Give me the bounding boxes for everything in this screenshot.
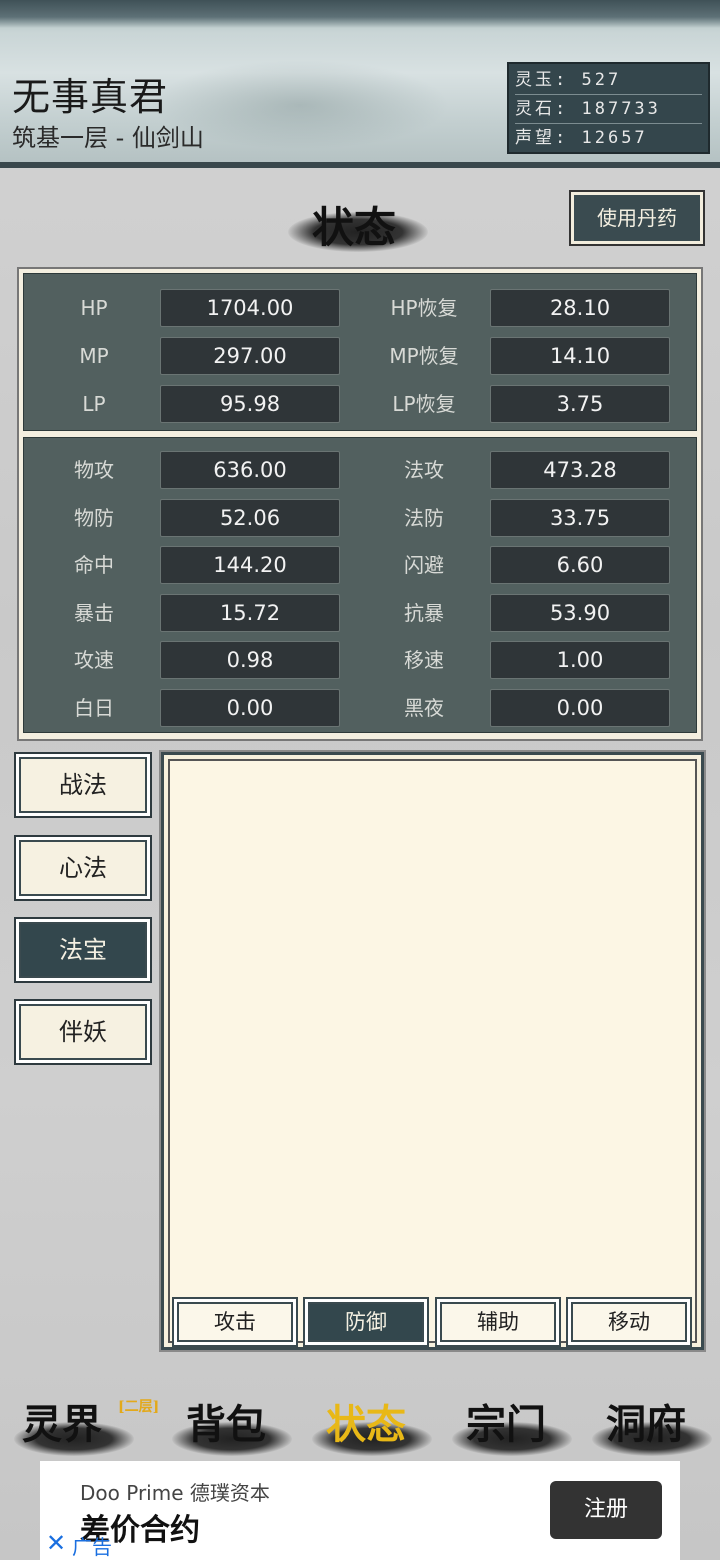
stat-row-daynight: 白日 0.00 黑夜 0.00 [24,688,696,728]
stat-label: HP [80,296,108,320]
combat-stats-block: 物攻 636.00 法攻 473.28 物防 52.06 法防 33.75 命中… [23,437,697,733]
stat-label: 闪避 [404,553,444,577]
vital-stats-block: HP 1704.00 HP恢复 28.10 MP 297.00 MP恢复 14.… [23,273,697,431]
stat-value: 0.00 [490,689,670,727]
stat-value: 15.72 [160,594,340,632]
nav-zhuangtai[interactable]: 状态 [312,1392,432,1456]
stat-value: 1704.00 [160,289,340,327]
stat-value: 52.06 [160,499,340,537]
stat-label: 移速 [404,648,444,672]
stat-row-crit: 暴击 15.72 抗暴 53.90 [24,593,696,633]
resource-panel: 灵玉: 527 灵石: 187733 声望: 12657 [507,62,710,154]
character-name: 无事真君 [12,75,169,119]
stat-label: 暴击 [74,601,114,625]
stat-row-defense: 物防 52.06 法防 33.75 [24,498,696,538]
side-tab-zhanfa[interactable]: 战法 [14,752,152,818]
stat-label: MP恢复 [389,344,459,368]
stat-value: 53.90 [490,594,670,632]
stat-label: HP恢复 [390,296,458,320]
ad-banner[interactable]: Doo Prime 德璞资本 差价合约 注册 ✕ 广告 [40,1461,680,1560]
side-tab-fabao[interactable]: 法宝 [14,917,152,983]
character-realm: 筑基一层 - 仙剑山 [12,124,204,152]
resource-shengwang: 声望: 12657 [515,128,648,148]
nav-label: 状态 [326,1401,406,1448]
nav-zongmen[interactable]: 宗门 [452,1392,572,1456]
stat-row-hp: HP 1704.00 HP恢复 28.10 [24,288,696,328]
skill-tab-assist[interactable]: 辅助 [435,1297,561,1347]
resource-lingshi: 灵石: 187733 [515,95,702,124]
use-pill-button[interactable]: 使用丹药 [569,190,705,246]
stat-label: 法攻 [404,458,444,482]
nav-label: 洞府 [606,1401,686,1448]
stat-label: 攻速 [74,648,114,672]
skill-tab-defense[interactable]: 防御 [303,1297,429,1347]
stat-value: 297.00 [160,337,340,375]
stat-row-attack: 物攻 636.00 法攻 473.28 [24,450,696,490]
skill-tab-move[interactable]: 移动 [566,1297,692,1347]
skill-tab-attack[interactable]: 攻击 [172,1297,298,1347]
stat-value: 95.98 [160,385,340,423]
stat-value: 6.60 [490,546,670,584]
stat-label: 法防 [404,506,444,530]
stat-row-hit: 命中 144.20 闪避 6.60 [24,545,696,585]
header-ink-band [0,0,720,28]
nav-beibao[interactable]: 背包 [172,1392,292,1456]
stat-value: 3.75 [490,385,670,423]
side-tab-banyao[interactable]: 伴妖 [14,999,152,1065]
nav-label: 宗门 [466,1401,546,1448]
stat-value: 473.28 [490,451,670,489]
close-icon[interactable]: ✕ [46,1529,66,1557]
stat-value: 0.00 [160,689,340,727]
nav-label: 背包 [186,1401,266,1448]
equipment-content-panel [159,750,706,1352]
nav-dongfu[interactable]: 洞府 [592,1392,712,1456]
stat-value: 1.00 [490,641,670,679]
character-header: 无事真君 筑基一层 - 仙剑山 灵玉: 527 灵石: 187733 声望: 1… [0,0,720,168]
stat-label: LP恢复 [392,392,456,416]
stat-value: 28.10 [490,289,670,327]
section-title: 状态 [312,203,397,252]
stat-label: LP [82,392,106,416]
stat-label: MP [79,344,109,368]
stat-value: 33.75 [490,499,670,537]
stat-value: 14.10 [490,337,670,375]
stat-label: 黑夜 [404,696,444,720]
stat-label: 白日 [74,696,114,720]
stat-value: 144.20 [160,546,340,584]
ad-label: 广告 [72,1535,112,1559]
stat-label: 物攻 [74,458,114,482]
ad-register-button[interactable]: 注册 [550,1481,662,1539]
stat-label: 命中 [74,553,114,577]
side-tab-xinfa[interactable]: 心法 [14,835,152,901]
resource-lingyu: 灵玉: 527 [515,66,702,95]
nav-floor-badge: [二层] [118,1399,160,1415]
ad-brand: Doo Prime 德璞资本 [80,1481,270,1505]
nav-label: 灵界 [22,1401,102,1448]
stat-label: 抗暴 [404,601,444,625]
stat-value: 636.00 [160,451,340,489]
stat-row-speed: 攻速 0.98 移速 1.00 [24,640,696,680]
nav-lingjie[interactable]: 灵界 [二层] [14,1392,159,1456]
stat-row-mp: MP 297.00 MP恢复 14.10 [24,336,696,376]
stat-row-lp: LP 95.98 LP恢复 3.75 [24,384,696,424]
stats-panel: HP 1704.00 HP恢复 28.10 MP 297.00 MP恢复 14.… [17,267,703,741]
stat-label: 物防 [74,506,114,530]
stat-value: 0.98 [160,641,340,679]
